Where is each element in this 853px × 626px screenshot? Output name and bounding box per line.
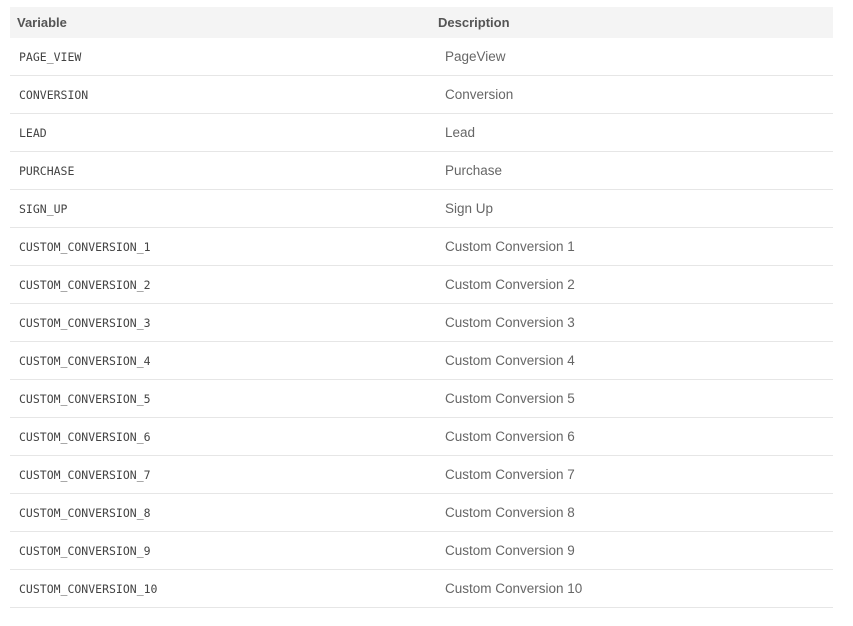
description-cell: Conversion: [445, 87, 514, 102]
description-cell: Custom Conversion 7: [445, 467, 575, 482]
description-cell: Custom Conversion 1: [445, 239, 575, 254]
variable-cell: PURCHASE: [19, 163, 75, 178]
description-cell: Custom Conversion 2: [445, 277, 575, 292]
variable-cell: SIGN_UP: [19, 201, 68, 216]
description-cell: Custom Conversion 6: [445, 429, 575, 444]
table-row: CONVERSION Conversion: [10, 76, 833, 114]
table-body: PAGE_VIEW PageView CONVERSION Conversion…: [10, 38, 833, 608]
variable-cell: CUSTOM_CONVERSION_10: [19, 581, 158, 596]
table-row: CUSTOM_CONVERSION_5 Custom Conversion 5: [10, 380, 833, 418]
variable-cell: CUSTOM_CONVERSION_5: [19, 391, 151, 406]
description-cell: Custom Conversion 4: [445, 353, 575, 368]
description-cell: PageView: [445, 49, 506, 64]
variable-cell: CONVERSION: [19, 87, 89, 102]
table-row: CUSTOM_CONVERSION_6 Custom Conversion 6: [10, 418, 833, 456]
variable-cell: CUSTOM_CONVERSION_8: [19, 505, 151, 520]
variables-table: Variable Description PAGE_VIEW PageView …: [10, 7, 833, 608]
variable-cell: CUSTOM_CONVERSION_9: [19, 543, 151, 558]
table-row: CUSTOM_CONVERSION_10 Custom Conversion 1…: [10, 570, 833, 608]
table-row: CUSTOM_CONVERSION_2 Custom Conversion 2: [10, 266, 833, 304]
variable-cell: CUSTOM_CONVERSION_6: [19, 429, 151, 444]
table-row: CUSTOM_CONVERSION_8 Custom Conversion 8: [10, 494, 833, 532]
table-row: CUSTOM_CONVERSION_1 Custom Conversion 1: [10, 228, 833, 266]
description-cell: Custom Conversion 3: [445, 315, 575, 330]
description-cell: Purchase: [445, 163, 503, 178]
table-header: Variable Description: [10, 7, 833, 38]
variable-cell: CUSTOM_CONVERSION_1: [19, 239, 151, 254]
variable-cell: CUSTOM_CONVERSION_7: [19, 467, 151, 482]
table-row: CUSTOM_CONVERSION_3 Custom Conversion 3: [10, 304, 833, 342]
table-row: CUSTOM_CONVERSION_7 Custom Conversion 7: [10, 456, 833, 494]
variable-cell: LEAD: [19, 125, 47, 140]
table-row: SIGN_UP Sign Up: [10, 190, 833, 228]
variable-cell: CUSTOM_CONVERSION_3: [19, 315, 151, 330]
table-row: LEAD Lead: [10, 114, 833, 152]
column-header-variable: Variable: [17, 15, 67, 30]
description-cell: Custom Conversion 8: [445, 505, 575, 520]
variable-cell: CUSTOM_CONVERSION_4: [19, 353, 151, 368]
description-cell: Custom Conversion 5: [445, 391, 575, 406]
description-cell: Custom Conversion 10: [445, 581, 583, 596]
table-row: PURCHASE Purchase: [10, 152, 833, 190]
description-cell: Lead: [445, 125, 476, 140]
table-row: CUSTOM_CONVERSION_9 Custom Conversion 9: [10, 532, 833, 570]
table-row: CUSTOM_CONVERSION_4 Custom Conversion 4: [10, 342, 833, 380]
description-cell: Sign Up: [445, 201, 494, 216]
variable-cell: PAGE_VIEW: [19, 49, 82, 64]
variable-cell: CUSTOM_CONVERSION_2: [19, 277, 151, 292]
description-cell: Custom Conversion 9: [445, 543, 575, 558]
table-row: PAGE_VIEW PageView: [10, 38, 833, 76]
column-header-description: Description: [438, 15, 510, 30]
